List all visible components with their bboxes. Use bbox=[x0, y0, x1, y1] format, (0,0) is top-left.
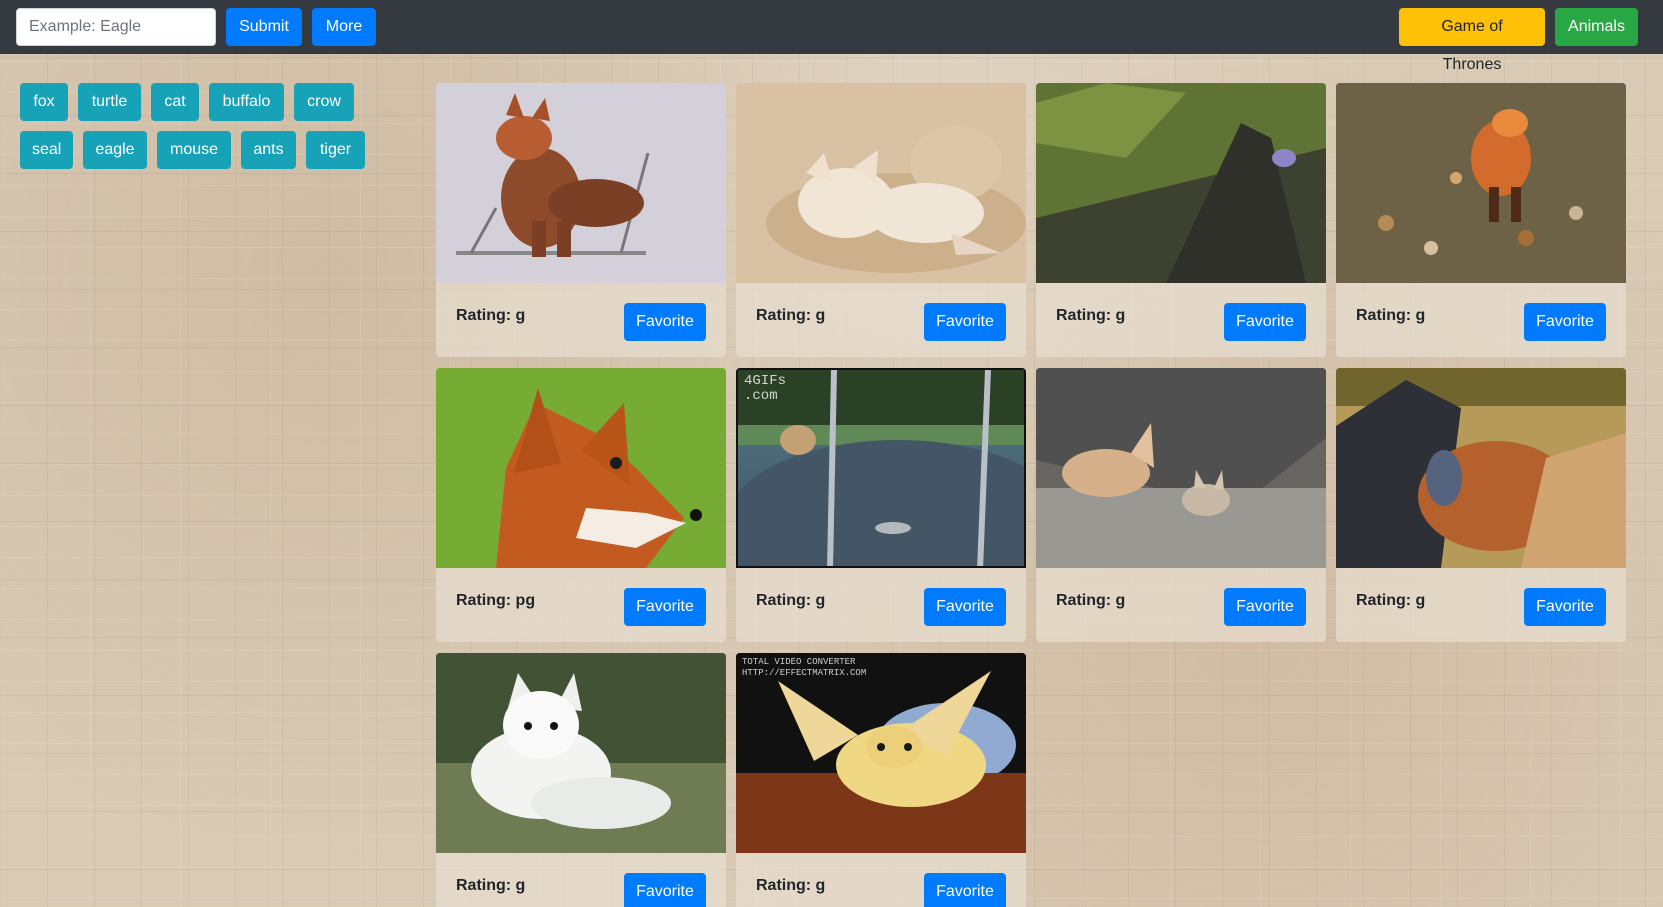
rating-text: Rating: g bbox=[456, 877, 526, 894]
rating-text: Rating: g bbox=[456, 307, 526, 324]
gif-image bbox=[736, 83, 1026, 283]
gif-card: Rating: pg Favorite bbox=[436, 368, 726, 642]
favorite-button[interactable]: Favorite bbox=[924, 873, 1006, 907]
gif-image bbox=[1336, 83, 1626, 283]
rating-text: Rating: g bbox=[756, 307, 826, 324]
topic-button-buffalo[interactable]: buffalo bbox=[209, 83, 284, 121]
topic-button-turtle[interactable]: turtle bbox=[78, 83, 141, 121]
topic-button-fox[interactable]: fox bbox=[20, 83, 68, 121]
more-button[interactable]: More bbox=[312, 8, 376, 46]
gif-card: Rating: g Favorite bbox=[1036, 368, 1326, 642]
gif-card: 4GIFs .com Rating: g Favorite bbox=[736, 368, 1026, 642]
game-of-thrones-button[interactable]: Game of Thrones bbox=[1399, 8, 1545, 73]
watermark-text: 4GIFs .com bbox=[744, 373, 787, 404]
gif-card: Rating: g Favorite bbox=[1336, 368, 1626, 642]
favorite-button[interactable]: Favorite bbox=[624, 303, 706, 341]
gif-card: Rating: g Favorite bbox=[1336, 83, 1626, 357]
favorite-button[interactable]: Favorite bbox=[624, 588, 706, 626]
card-footer: Rating: g Favorite bbox=[736, 568, 1026, 642]
card-footer: Rating: g Favorite bbox=[1336, 568, 1626, 642]
favorite-button[interactable]: Favorite bbox=[1524, 303, 1606, 341]
hillside-scene bbox=[1036, 83, 1326, 283]
fox-cat-scene bbox=[736, 83, 1026, 283]
rating-text: Rating: g bbox=[1056, 592, 1126, 609]
gif-image bbox=[436, 653, 726, 853]
gif-card: Rating: g Favorite bbox=[736, 83, 1026, 357]
arctic-fox-scene bbox=[436, 653, 726, 853]
gif-image bbox=[1036, 83, 1326, 283]
red-fox-closeup-scene bbox=[436, 368, 726, 568]
topic-button-tiger[interactable]: tiger bbox=[306, 131, 365, 169]
topic-button-crow[interactable]: crow bbox=[294, 83, 354, 121]
favorite-button[interactable]: Favorite bbox=[1524, 588, 1606, 626]
card-footer: Rating: g Favorite bbox=[436, 283, 726, 357]
gif-card: TOTAL VIDEO CONVERTER HTTP://EFFECTMATRI… bbox=[736, 653, 1026, 907]
card-footer: Rating: g Favorite bbox=[1336, 283, 1626, 357]
topic-button-ants[interactable]: ants bbox=[241, 131, 296, 169]
card-footer: Rating: g Favorite bbox=[1036, 568, 1326, 642]
favorite-button[interactable]: Favorite bbox=[1224, 303, 1306, 341]
watermark-text: TOTAL VIDEO CONVERTER HTTP://EFFECTMATRI… bbox=[742, 657, 867, 678]
gif-image bbox=[1036, 368, 1326, 568]
favorite-button[interactable]: Favorite bbox=[624, 873, 706, 907]
gif-image bbox=[1336, 368, 1626, 568]
rating-text: Rating: pg bbox=[456, 592, 536, 609]
card-footer: Rating: g Favorite bbox=[736, 283, 1026, 357]
topic-button-mouse[interactable]: mouse bbox=[157, 131, 231, 169]
fox-fabric-scene bbox=[1336, 368, 1626, 568]
gif-image: TOTAL VIDEO CONVERTER HTTP://EFFECTMATRI… bbox=[736, 653, 1026, 853]
search-input[interactable] bbox=[16, 8, 216, 46]
favorite-button[interactable]: Favorite bbox=[924, 303, 1006, 341]
rating-text: Rating: g bbox=[1356, 307, 1426, 324]
gif-image bbox=[436, 83, 726, 283]
submit-button[interactable]: Submit bbox=[226, 8, 302, 46]
card-footer: Rating: g Favorite bbox=[436, 853, 726, 907]
topic-button-cat[interactable]: cat bbox=[151, 83, 199, 121]
favorite-button[interactable]: Favorite bbox=[1224, 588, 1306, 626]
rating-text: Rating: g bbox=[1356, 592, 1426, 609]
fox-chair-scene bbox=[436, 83, 726, 283]
fennec-blanket-scene bbox=[736, 653, 1026, 853]
rating-text: Rating: g bbox=[756, 592, 826, 609]
topic-button-eagle[interactable]: eagle bbox=[83, 131, 147, 169]
gif-card: Rating: g Favorite bbox=[436, 653, 726, 907]
rating-text: Rating: g bbox=[1056, 307, 1126, 324]
animals-button[interactable]: Animals bbox=[1555, 8, 1638, 46]
gif-card: Rating: g Favorite bbox=[436, 83, 726, 357]
gif-image: 4GIFs .com bbox=[736, 368, 1026, 568]
fox-leaves-scene bbox=[1336, 83, 1626, 283]
gif-card: Rating: g Favorite bbox=[1036, 83, 1326, 357]
card-footer: Rating: g Favorite bbox=[736, 853, 1026, 907]
top-navbar: Submit More Game of Thrones Animals bbox=[0, 0, 1663, 73]
favorite-button[interactable]: Favorite bbox=[924, 588, 1006, 626]
card-footer: Rating: g Favorite bbox=[1036, 283, 1326, 357]
gif-image bbox=[436, 368, 726, 568]
topic-button-seal[interactable]: seal bbox=[20, 131, 73, 169]
card-footer: Rating: pg Favorite bbox=[436, 568, 726, 642]
fennec-pup-scene bbox=[1036, 368, 1326, 568]
rating-text: Rating: g bbox=[756, 877, 826, 894]
